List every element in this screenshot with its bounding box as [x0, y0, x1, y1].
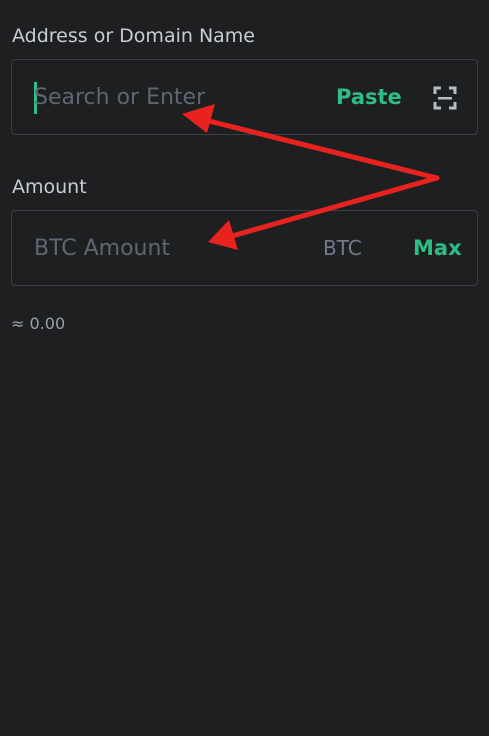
- paste-button[interactable]: Paste: [336, 60, 402, 134]
- fiat-estimate: ≈ 0.00: [11, 314, 66, 333]
- amount-field[interactable]: BTC Max: [11, 210, 478, 286]
- scan-qr-icon[interactable]: [433, 86, 457, 110]
- address-input[interactable]: [34, 60, 304, 134]
- amount-input[interactable]: [34, 211, 304, 285]
- amount-label: Amount: [12, 176, 87, 198]
- send-screen: Address or Domain Name Paste Amount BTC …: [0, 0, 489, 736]
- amount-unit: BTC: [323, 236, 362, 260]
- address-field[interactable]: Paste: [11, 59, 478, 135]
- address-label: Address or Domain Name: [12, 25, 256, 47]
- max-button[interactable]: Max: [413, 211, 462, 285]
